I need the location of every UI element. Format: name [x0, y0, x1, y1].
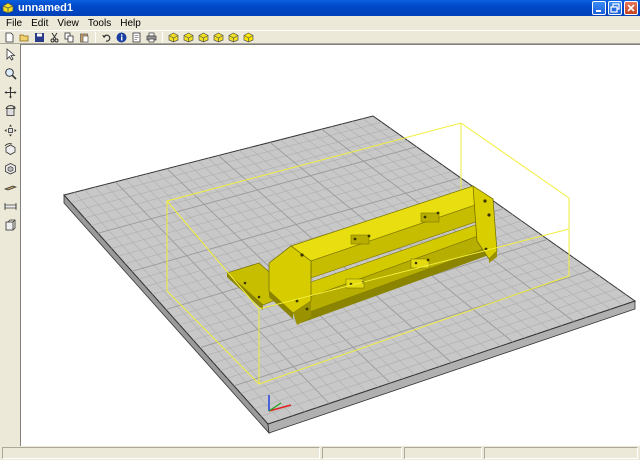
copy-button[interactable]: [62, 31, 76, 43]
view-iso-3-button[interactable]: [196, 31, 210, 43]
zoom-icon: [4, 67, 17, 80]
rotate-part-icon: [4, 142, 15, 155]
paste-icon: [79, 33, 88, 42]
open-folder-icon: [19, 34, 28, 41]
view-iso-3-icon: [198, 32, 208, 42]
status-pane-main: [2, 447, 320, 459]
rotate-icon: [5, 104, 15, 116]
title-bar: unnamed1: [0, 0, 640, 16]
app-icon: [2, 2, 14, 14]
view-iso-1-button[interactable]: [166, 31, 180, 43]
view-iso-5-icon: [228, 32, 238, 42]
close-button[interactable]: [624, 1, 638, 15]
cut-button[interactable]: [47, 31, 61, 43]
view-iso-1-icon: [168, 32, 178, 42]
minimize-icon: [596, 10, 601, 12]
rotate-view-tool[interactable]: [2, 103, 18, 119]
view-iso-4-icon: [213, 32, 223, 42]
new-file-icon: [5, 32, 13, 42]
undo-button[interactable]: [99, 31, 113, 43]
menu-help[interactable]: Help: [117, 18, 144, 29]
status-pane-4: [484, 447, 638, 459]
status-pane-2: [322, 447, 402, 459]
scale-part-tool[interactable]: [2, 160, 18, 176]
cut-plane-tool[interactable]: [2, 179, 18, 195]
menu-view[interactable]: View: [54, 18, 82, 29]
save-icon: [34, 32, 44, 42]
new-file-button[interactable]: [2, 31, 16, 43]
print-button[interactable]: [144, 31, 158, 43]
save-button[interactable]: [32, 31, 46, 43]
pan-tool[interactable]: [2, 84, 18, 100]
close-icon: [627, 4, 635, 12]
view-iso-6-button[interactable]: [241, 31, 255, 43]
document-button[interactable]: [129, 31, 143, 43]
document-icon: [132, 32, 140, 42]
toolbar-separator: [95, 31, 96, 43]
window-title: unnamed1: [18, 2, 74, 14]
minimize-button[interactable]: [592, 1, 606, 15]
menu-file[interactable]: File: [3, 18, 25, 29]
pan-icon: [4, 86, 16, 98]
select-tool[interactable]: [2, 46, 18, 62]
cut-icon: [50, 32, 58, 42]
maximize-button[interactable]: [608, 1, 622, 15]
menu-tools[interactable]: Tools: [85, 18, 114, 29]
cut-plane-icon: [3, 185, 17, 190]
menu-edit[interactable]: Edit: [28, 18, 51, 29]
split-icon: [5, 219, 15, 230]
undo-icon: [101, 34, 110, 42]
move-icon: [4, 124, 16, 136]
print-icon: [146, 32, 156, 42]
measure-tool[interactable]: [2, 198, 18, 214]
toolbar: [0, 30, 640, 44]
info-icon: [116, 32, 126, 42]
zoom-tool[interactable]: [2, 65, 18, 81]
status-bar: [0, 446, 640, 460]
view-iso-6-icon: [243, 32, 253, 42]
status-pane-3: [404, 447, 482, 459]
view-iso-2-icon: [183, 32, 193, 42]
view-iso-2-button[interactable]: [181, 31, 195, 43]
toolbar-separator: [162, 31, 163, 43]
left-toolbar: [0, 44, 20, 444]
view-iso-4-button[interactable]: [211, 31, 225, 43]
open-button[interactable]: [17, 31, 31, 43]
info-button[interactable]: [114, 31, 128, 43]
view-iso-5-button[interactable]: [226, 31, 240, 43]
restore-icon: [610, 3, 620, 13]
menu-bar: File Edit View Tools Help: [0, 16, 640, 30]
3d-viewport[interactable]: [20, 44, 640, 446]
move-part-tool[interactable]: [2, 122, 18, 138]
select-arrow-icon: [6, 47, 16, 61]
rotate-part-tool[interactable]: [2, 141, 18, 157]
split-tool[interactable]: [2, 217, 18, 233]
copy-icon: [64, 32, 73, 42]
scale-part-icon: [4, 162, 16, 174]
paste-button[interactable]: [77, 31, 91, 43]
measure-icon: [4, 202, 16, 210]
scene-canvas[interactable]: [21, 45, 640, 446]
